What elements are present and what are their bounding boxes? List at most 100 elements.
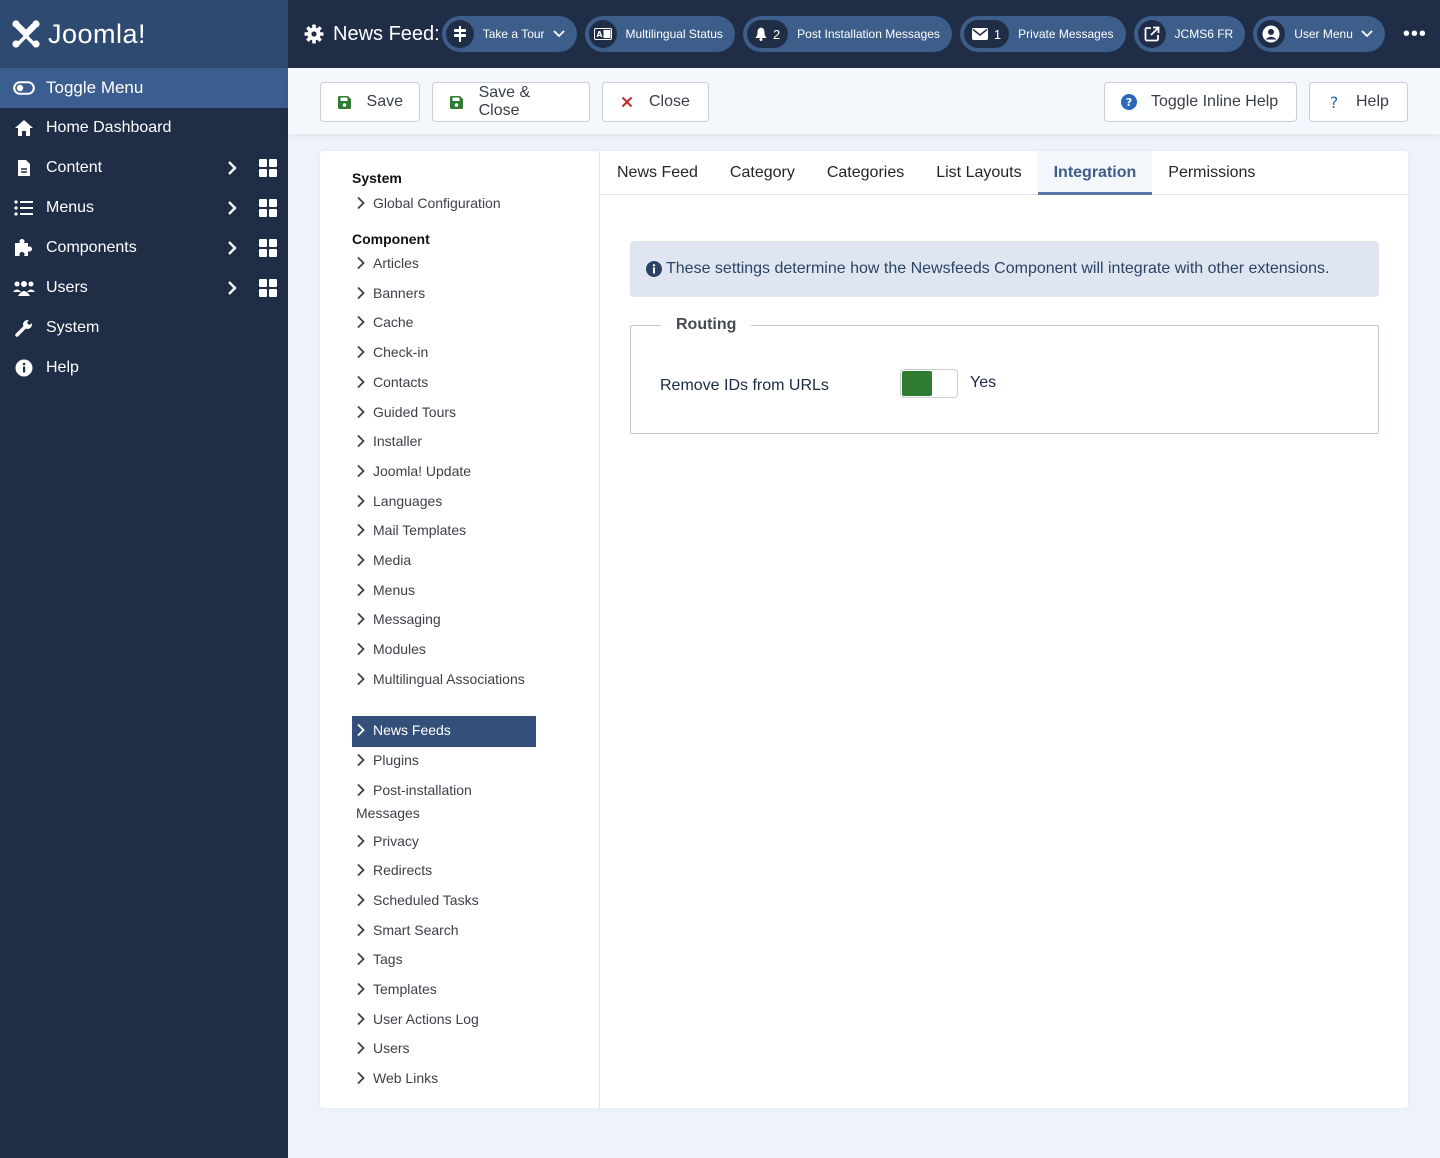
private-messages-button[interactable]: 1 Private Messages [959,16,1126,52]
envelope-icon: 1 [963,20,1010,48]
users-icon [12,278,36,298]
nav-item[interactable]: Plugins [352,750,536,773]
help-label: Help [1356,93,1389,110]
chevron-right-icon[interactable] [224,198,240,218]
more-options-button[interactable]: ••• [1403,23,1427,46]
nav-item[interactable]: Installer [352,431,536,454]
chevron-right-icon [356,522,373,543]
nav-item[interactable]: Templates [352,979,536,1002]
toggle-icon [12,78,36,98]
nav-item-label: Users [373,1040,410,1057]
sidebar-item-menus[interactable]: Menus [0,188,288,228]
chevron-right-icon [356,374,373,395]
nav-item[interactable]: Smart Search [352,920,536,943]
sidebar-item-label: Toggle Menu [46,78,144,97]
nav-item-label: Plugins [373,751,419,768]
alert-text: These settings determine how the Newsfee… [666,260,1330,277]
nav-item[interactable]: Cache [352,312,536,335]
remove-ids-value: Yes [970,374,997,391]
question-icon: ? [1326,94,1342,110]
nav-item[interactable]: Global Configuration [352,193,536,216]
svg-text:?: ? [1330,94,1339,110]
chevron-right-icon [356,833,373,854]
help-button[interactable]: ? Help [1309,82,1408,122]
nav-item-label: Web Links [373,1070,439,1087]
nav-item[interactable]: Users [352,1038,536,1061]
nav-item-label: User Actions Log [373,1010,479,1027]
info-alert: These settings determine how the Newsfee… [630,241,1379,297]
dashboard-grid-icon[interactable] [259,199,277,217]
tab-integration[interactable]: Integration [1037,151,1153,195]
post-installation-messages-button[interactable]: 2 Post Installation Messages [742,16,952,52]
brand-name: Joomla! [48,18,147,49]
nav-item[interactable]: Tags [352,949,536,972]
sidebar-item-home-dashboard[interactable]: Home Dashboard [0,108,288,148]
nav-item[interactable]: News Feeds [352,715,536,747]
nav-item[interactable]: User Actions Log [352,1009,536,1032]
nav-item[interactable]: Modules [352,639,536,662]
chevron-right-icon [356,1011,373,1032]
nav-item[interactable]: Joomla! Update [352,461,536,484]
chevron-right-icon [356,892,373,913]
sidebar-item-help[interactable]: Help [0,348,288,388]
multilingual-status-button[interactable]: A Multilingual Status [584,16,735,52]
user-icon [1257,20,1286,48]
pill-label: User Menu [1294,27,1353,41]
take-a-tour-button[interactable]: Take a Tour [441,16,577,52]
nav-item[interactable]: Post-installation Messages [352,780,536,824]
save-button[interactable]: Save [320,82,420,122]
nav-item-label: Cache [373,314,414,331]
brand-logo[interactable]: Joomla! [0,0,288,68]
chevron-right-icon[interactable] [224,278,240,298]
nav-item-label: Banners [373,284,426,301]
sidebar-item-users[interactable]: Users [0,268,288,308]
nav-item[interactable]: Scheduled Tasks [352,890,536,913]
close-icon [619,94,635,110]
tab-news-feed[interactable]: News Feed [601,151,714,195]
home-icon [12,118,36,138]
nav-item[interactable]: Languages [352,491,536,514]
sidebar-item-system[interactable]: System [0,308,288,348]
dashboard-grid-icon[interactable] [259,159,277,177]
user-menu-button[interactable]: User Menu [1253,16,1385,52]
nav-item[interactable]: Multilingual Associations [352,669,536,692]
nav-item[interactable]: Menus [352,580,536,603]
nav-item[interactable]: Media [352,550,536,573]
sidebar-item-label: Help [46,359,79,376]
chevron-right-icon[interactable] [224,238,240,258]
site-link-button[interactable]: JCMS6 FR [1133,16,1246,52]
sidebar-item-content[interactable]: Content [0,148,288,188]
nav-item[interactable]: Contacts [352,372,536,395]
nav-item[interactable]: Guided Tours [352,402,536,425]
message-count: 1 [993,26,1002,42]
chevron-down-icon [1361,27,1373,41]
tab-categories[interactable]: Categories [811,151,920,195]
nav-item[interactable]: Web Links [352,1068,536,1091]
toggle-inline-help-button[interactable]: ? Toggle Inline Help [1104,82,1297,122]
nav-item[interactable]: Mail Templates [352,520,536,543]
chevron-right-icon [356,582,373,603]
save-close-button[interactable]: Save & Close [432,82,590,122]
chevron-right-icon [356,314,373,335]
tab-category[interactable]: Category [714,151,811,195]
sidebar-item-components[interactable]: Components [0,228,288,268]
close-button[interactable]: Close [602,82,709,122]
nav-item[interactable]: Banners [352,283,536,306]
toggle-knob [902,371,932,396]
chevron-right-icon[interactable] [224,158,240,178]
nav-item[interactable]: Articles [352,253,536,276]
dashboard-grid-icon[interactable] [259,279,277,297]
remove-ids-toggle[interactable] [900,369,958,398]
dashboard-grid-icon[interactable] [259,239,277,257]
nav-item[interactable]: Redirects [352,860,536,883]
nav-item[interactable]: Privacy [352,831,536,854]
tab-list-layouts[interactable]: List Layouts [920,151,1037,195]
nav-item[interactable]: Messaging [352,609,536,632]
nav-item-label: Joomla! Update [373,462,472,479]
tab-permissions[interactable]: Permissions [1152,151,1271,195]
sidebar: Joomla! Toggle Menu Home Dashboard Conte… [0,0,288,1158]
sidebar-item-toggle-menu[interactable]: Toggle Menu [0,68,288,108]
nav-item[interactable]: Check-in [352,342,536,365]
nav-item-label: Installer [373,433,423,450]
nav-item-label: Scheduled Tasks [373,891,479,908]
